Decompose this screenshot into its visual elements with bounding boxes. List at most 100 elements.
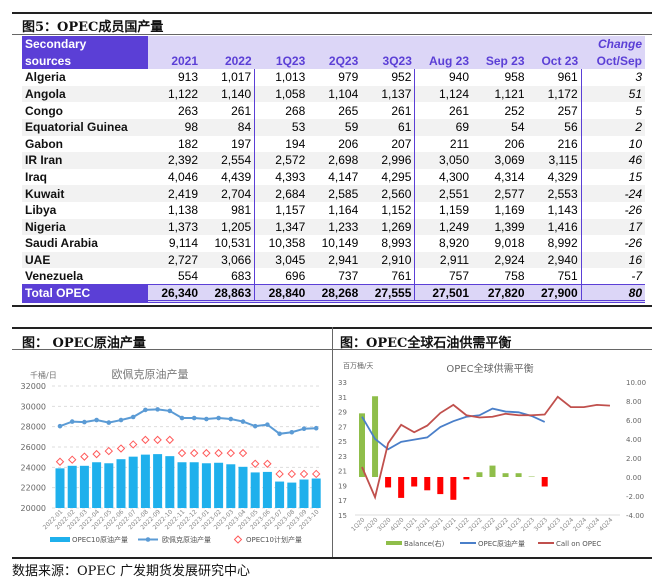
y2-tick-label: 2.00 bbox=[626, 455, 642, 463]
y-tick-label: 24000 bbox=[21, 463, 46, 472]
point-opec10-plan bbox=[287, 469, 297, 479]
bar-balance bbox=[437, 477, 444, 495]
legend-label: Balance(右) bbox=[404, 539, 445, 548]
point-opec-total bbox=[179, 415, 185, 421]
point-opec10-plan bbox=[165, 435, 175, 445]
bar-opec10 bbox=[189, 462, 199, 508]
legend-swatch-diamond bbox=[233, 535, 243, 544]
point-opec-total bbox=[289, 429, 295, 435]
bar-balance bbox=[424, 477, 431, 491]
bar-opec10 bbox=[153, 454, 163, 508]
x-tick-label: 3Q20 bbox=[376, 516, 393, 533]
point-opec-total bbox=[216, 415, 221, 421]
point-opec10-plan bbox=[153, 435, 162, 445]
bar-opec10 bbox=[104, 463, 114, 508]
y-tick-label: 15 bbox=[338, 512, 347, 520]
point-opec10-plan bbox=[116, 444, 126, 453]
bar-opec10 bbox=[92, 462, 102, 508]
x-tick-label: 3Q24 bbox=[585, 516, 602, 533]
point-opec-total bbox=[240, 419, 246, 424]
point-opec-total bbox=[118, 417, 124, 423]
y-tick-label: 21 bbox=[338, 468, 347, 476]
bar-opec10 bbox=[128, 456, 138, 508]
bar-balance bbox=[502, 473, 509, 477]
bar-opec10 bbox=[140, 454, 150, 508]
x-tick-label: 1Q24 bbox=[559, 516, 576, 533]
point-opec-total bbox=[69, 419, 75, 424]
point-opec10-plan bbox=[92, 449, 101, 459]
bar-opec10 bbox=[177, 462, 187, 508]
point-opec10-plan bbox=[202, 448, 211, 458]
y-tick-label: 30000 bbox=[21, 402, 46, 411]
legend-label: Call on OPEC bbox=[556, 540, 601, 548]
x-tick-label: 4Q23 bbox=[546, 516, 563, 533]
point-opec10-plan bbox=[299, 469, 309, 479]
point-opec-total bbox=[228, 416, 234, 422]
bar-opec10 bbox=[311, 478, 321, 508]
point-opec10-plan bbox=[67, 455, 77, 464]
bar-balance bbox=[541, 477, 548, 487]
y-tick-label: 17 bbox=[338, 497, 347, 505]
point-opec-total bbox=[106, 420, 112, 425]
bar-opec10 bbox=[275, 481, 285, 508]
point-opec10-plan bbox=[141, 435, 150, 445]
point-opec10-plan bbox=[263, 459, 272, 468]
y-tick-label: 29 bbox=[338, 409, 347, 417]
point-opec-total bbox=[191, 415, 197, 421]
legend-label: OPEC10计划产量 bbox=[246, 535, 302, 544]
y-tick-label: 31 bbox=[338, 394, 347, 402]
bar-opec10 bbox=[79, 465, 89, 508]
x-tick-label: 3Q23 bbox=[533, 516, 550, 533]
x-tick-label: 4Q22 bbox=[494, 516, 511, 533]
point-opec-total bbox=[94, 417, 99, 423]
legend-swatch-point bbox=[145, 537, 151, 542]
x-tick-label: 2Q24 bbox=[572, 516, 589, 533]
bar-balance bbox=[411, 477, 418, 487]
x-tick-label: 2Q21 bbox=[415, 516, 432, 533]
bar-balance bbox=[450, 477, 457, 500]
line-opec-total bbox=[59, 408, 317, 435]
chart-title: OPEC全球供需平衡 bbox=[446, 362, 533, 375]
x-tick-label: 3Q22 bbox=[481, 516, 498, 533]
y2-tick-label: -4.00 bbox=[626, 512, 644, 520]
point-opec-total bbox=[277, 431, 282, 437]
point-opec-total bbox=[252, 423, 258, 429]
bar-opec10 bbox=[214, 462, 224, 508]
chart-title: 欧佩克原油产量 bbox=[112, 367, 189, 381]
y2-tick-label: 4.00 bbox=[626, 436, 642, 444]
point-opec-total bbox=[57, 423, 63, 429]
bar-opec10 bbox=[55, 468, 65, 508]
legend-swatch-bar bbox=[50, 537, 70, 542]
point-opec10-plan bbox=[238, 448, 248, 458]
point-opec-total bbox=[204, 416, 209, 422]
y-tick-label: 20000 bbox=[21, 504, 46, 513]
y-tick-label: 25 bbox=[338, 438, 347, 446]
x-tick-label: 1Q23 bbox=[507, 516, 524, 533]
y2-tick-label: 0.00 bbox=[626, 474, 642, 482]
bar-opec10 bbox=[287, 482, 297, 508]
legend-label: OPEC原油产量 bbox=[478, 539, 525, 548]
x-tick-label: 4Q24 bbox=[598, 516, 615, 533]
bar-balance bbox=[476, 472, 483, 477]
y-tick-label: 33 bbox=[338, 379, 347, 387]
bar-opec10 bbox=[165, 456, 175, 508]
bar-opec10 bbox=[299, 479, 309, 508]
point-opec10-plan bbox=[275, 469, 284, 479]
y2-tick-label: 8.00 bbox=[626, 398, 642, 406]
opec-crude-production-chart: 欧佩克原油产量 千桶/日 20000 22000 24000 26000 28000 3000… bbox=[21, 361, 647, 548]
point-opec-total bbox=[265, 422, 270, 427]
y-tick-label: 22000 bbox=[21, 484, 46, 493]
x-tick-label: 4Q20 bbox=[389, 516, 406, 533]
x-tick-label: 2Q20 bbox=[363, 516, 380, 533]
point-opec-total bbox=[301, 426, 307, 432]
bar-opec10 bbox=[250, 472, 260, 508]
bar-balance bbox=[463, 477, 470, 480]
point-opec10-plan bbox=[80, 452, 89, 461]
point-opec-total bbox=[143, 407, 148, 413]
x-tick-label: 1Q20 bbox=[350, 516, 367, 533]
legend-swatch-bar bbox=[386, 541, 402, 545]
point-opec-total bbox=[82, 419, 87, 425]
y-tick-label: 27 bbox=[338, 423, 347, 431]
bar-opec10 bbox=[67, 465, 77, 508]
point-opec10-plan bbox=[189, 448, 199, 458]
